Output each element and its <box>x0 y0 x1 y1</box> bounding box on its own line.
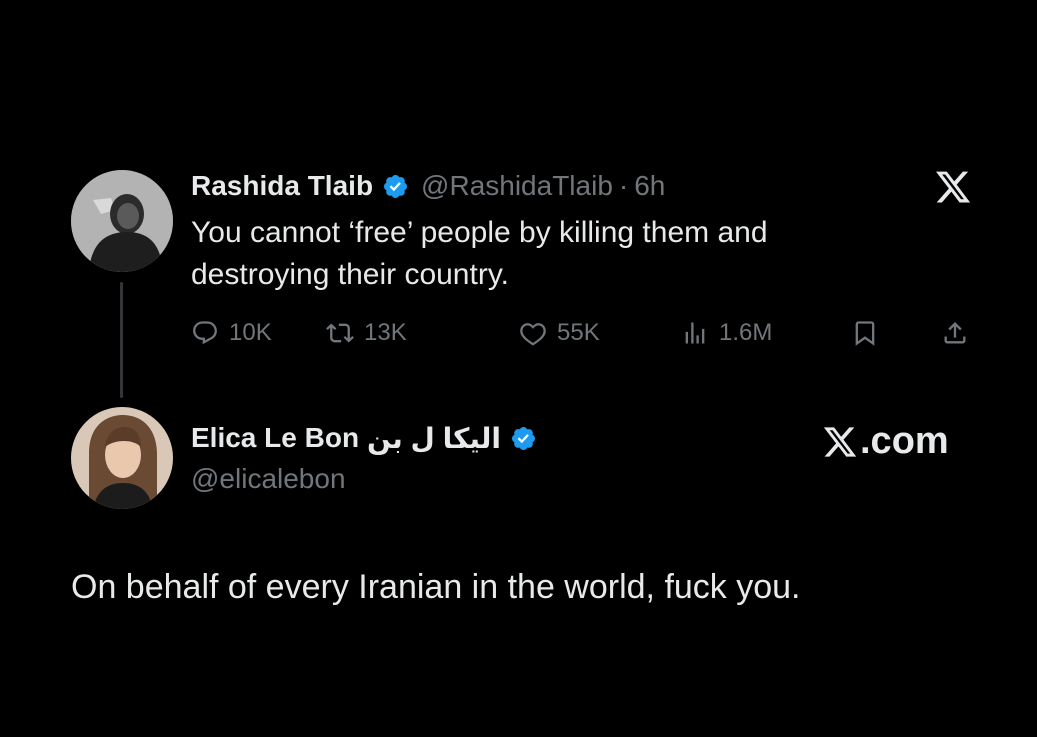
avatar-photo-icon <box>71 170 173 272</box>
post-text-line: You cannot ‘free’ people by killing them… <box>191 216 768 249</box>
thread-line <box>120 282 123 398</box>
post-text: You cannot ‘free’ people by killing them… <box>191 212 891 296</box>
share-icon <box>944 322 966 344</box>
avatar-photo-icon <box>71 407 173 509</box>
author-name[interactable]: Rashida Tlaib <box>191 170 373 202</box>
bookmark-button[interactable] <box>851 313 879 353</box>
share-button[interactable] <box>941 313 969 353</box>
separator-dot: · <box>618 170 629 201</box>
like-count: 55K <box>557 319 600 346</box>
avatar-rashida[interactable] <box>71 170 173 272</box>
x-logo-icon <box>934 168 972 206</box>
post-text-line: destroying their country. <box>191 258 509 291</box>
views-count: 1.6M <box>719 319 773 346</box>
bookmark-icon <box>855 321 875 346</box>
post-header: Rashida Tlaib @RashidaTlaib · 6h <box>191 168 665 204</box>
views-button[interactable]: 1.6M <box>681 313 772 353</box>
repost-button[interactable]: 13K <box>326 313 407 353</box>
reply-author-name-arabic[interactable]: الیکا ل بن <box>367 422 501 455</box>
reply-header: Elica Le Bon الیکا ل بن <box>191 420 549 456</box>
reply-button[interactable]: 10K <box>191 313 272 353</box>
x-com-brand: .com <box>822 420 949 463</box>
views-icon <box>685 322 705 344</box>
reply-icon <box>193 321 217 345</box>
repost-icon <box>326 323 354 343</box>
repost-count: 13K <box>364 319 407 346</box>
reply-author-handle[interactable]: @elicalebon <box>191 463 346 495</box>
verified-badge-icon <box>382 173 409 200</box>
x-logo-icon <box>823 426 857 457</box>
post-time[interactable]: 6h <box>634 170 665 202</box>
reply-author-name[interactable]: Elica Le Bon <box>191 422 359 454</box>
reply-text: On behalf of every Iranian in the world,… <box>71 568 801 606</box>
heart-icon <box>520 323 546 346</box>
tweet-screenshot: Rashida Tlaib @RashidaTlaib · 6h You can… <box>0 0 1037 737</box>
reply-count: 10K <box>229 319 272 346</box>
author-handle[interactable]: @RashidaTlaib <box>421 170 613 202</box>
like-button[interactable]: 55K <box>519 313 600 353</box>
site-label: .com <box>860 420 949 462</box>
verified-badge-icon <box>510 425 537 452</box>
avatar-elica[interactable] <box>71 407 173 509</box>
